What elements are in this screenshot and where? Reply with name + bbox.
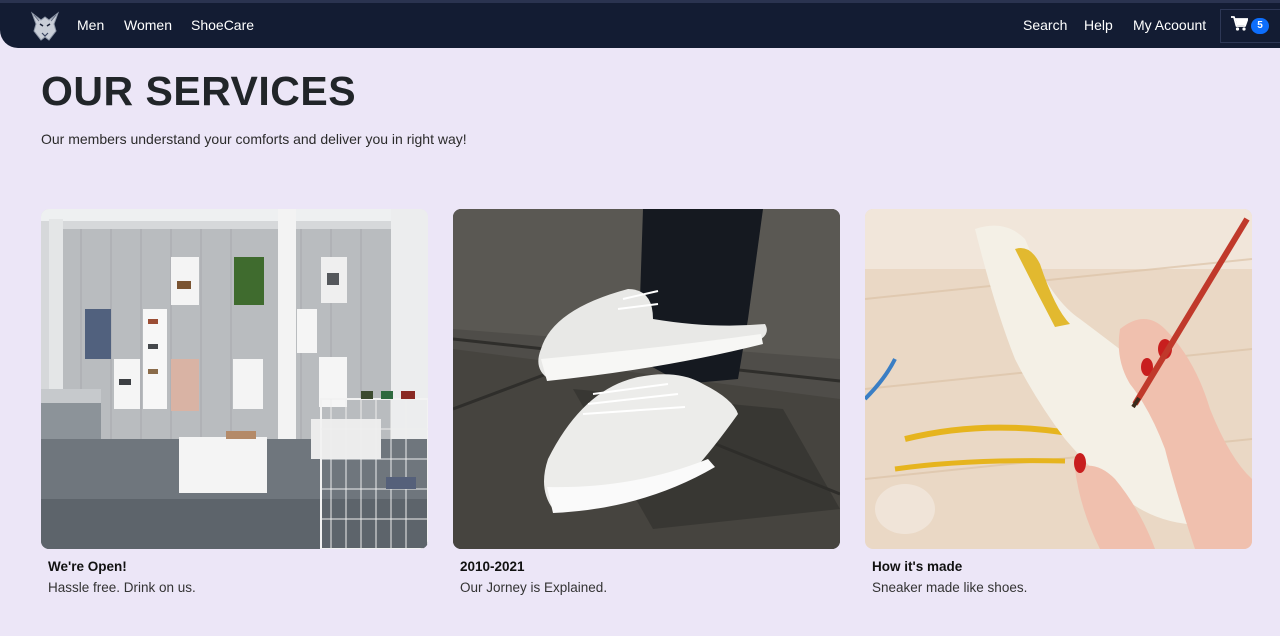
nav-link-shoecare[interactable]: ShoeCare [191, 17, 254, 33]
page-title: OUR SERVICES [41, 68, 357, 114]
page-subtitle: Our members understand your comforts and… [41, 131, 467, 147]
service-card-made: How it's made Sneaker made like shoes. [865, 209, 1252, 595]
nav-link-help[interactable]: Help [1084, 17, 1113, 33]
nav-link-men[interactable]: Men [77, 17, 104, 33]
top-navbar: Men Women ShoeCare Search Help My Acooun… [0, 0, 1280, 48]
shoe-store-image [41, 209, 428, 549]
cart-button[interactable]: 5 [1220, 9, 1280, 43]
wolf-logo-icon[interactable] [27, 8, 63, 44]
nav-link-account[interactable]: My Acoount [1133, 17, 1206, 33]
cart-count-badge: 5 [1251, 18, 1269, 34]
nav-link-women[interactable]: Women [124, 17, 172, 33]
shopping-cart-icon [1231, 16, 1249, 36]
white-sneakers-image [453, 209, 840, 549]
card-title: How it's made [872, 559, 963, 574]
card-title: 2010-2021 [460, 559, 525, 574]
card-text: Hassle free. Drink on us. [48, 580, 196, 595]
card-text: Our Jorney is Explained. [460, 580, 608, 595]
card-title: We're Open! [48, 559, 127, 574]
service-card-open: We're Open! Hassle free. Drink on us. [41, 209, 428, 595]
nav-link-search[interactable]: Search [1023, 17, 1067, 33]
shoe-sketch-image [865, 209, 1252, 549]
service-card-history: 2010-2021 Our Jorney is Explained. [453, 209, 840, 595]
card-text: Sneaker made like shoes. [872, 580, 1028, 595]
